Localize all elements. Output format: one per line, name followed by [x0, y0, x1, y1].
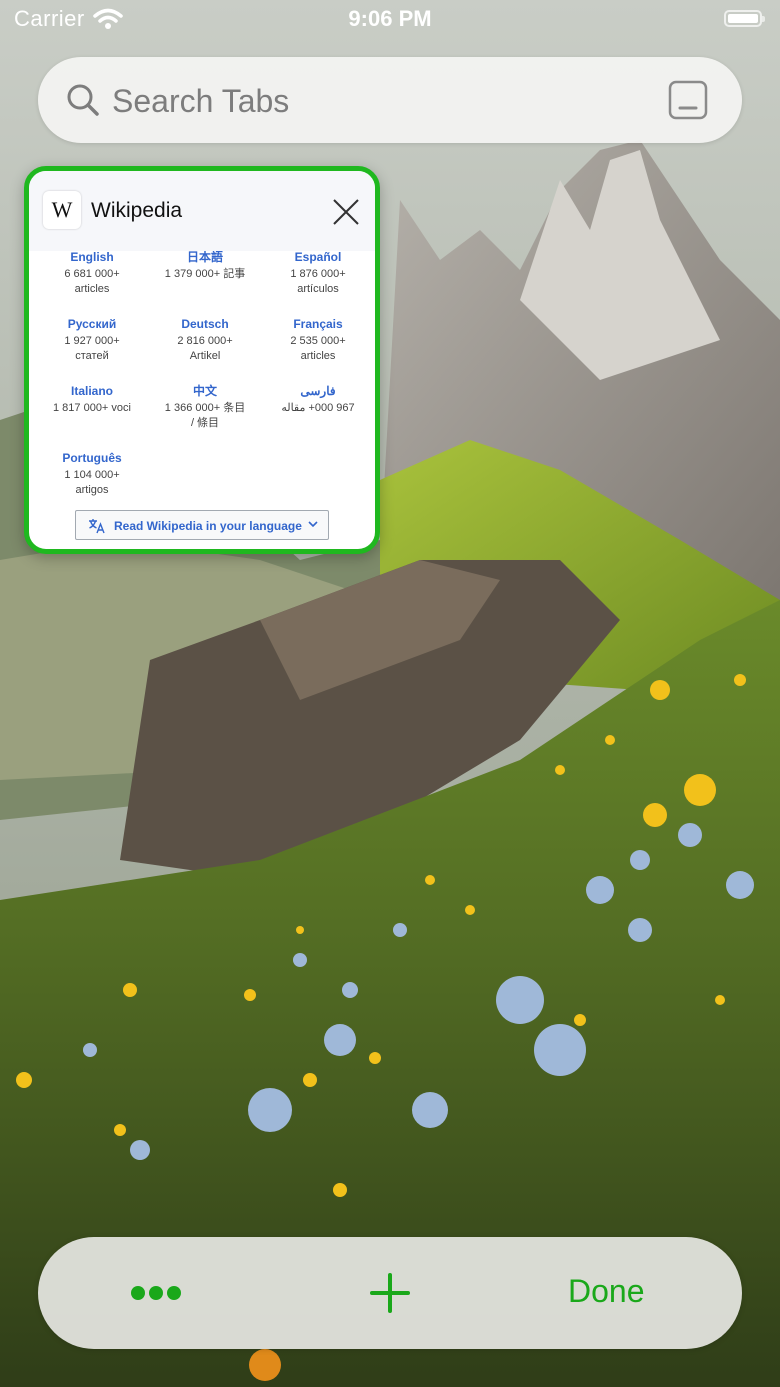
read-in-your-language-button[interactable]: Read Wikipedia in your language [75, 510, 329, 540]
article-count: 1 927 000+ [64, 335, 120, 347]
language-name: Español [294, 250, 342, 264]
tab-switcher-screen: Carrier 9:06 PM English 6 681 000+ artic… [0, 0, 780, 1387]
tab-card-wikipedia[interactable]: English 6 681 000+ articles 日本語 1 379 00… [24, 166, 380, 554]
article-count: 1 366 000+ 条目 [164, 402, 246, 414]
article-count: 1 817 000+ voci [53, 402, 131, 414]
language-link-russian[interactable]: Русский 1 927 000+ статей [35, 316, 149, 364]
language-link-german[interactable]: Deutsch 2 816 000+ Artikel [148, 316, 262, 364]
language-link-portuguese[interactable]: Português 1 104 000+ artigos [35, 450, 149, 498]
tab-title: Wikipedia [91, 199, 183, 222]
more-ellipsis-icon[interactable] [126, 1275, 186, 1311]
language-link-japanese[interactable]: 日本語 1 379 000+ 記事 [148, 249, 262, 282]
wikipedia-favicon-icon: W [43, 191, 81, 229]
language-name: 中文 [192, 384, 217, 398]
article-count: 1 104 000+ [64, 469, 120, 481]
article-unit: articles [300, 350, 336, 362]
article-unit: статей [75, 350, 109, 362]
language-name: Русский [67, 317, 117, 331]
language-link-spanish[interactable]: Español 1 876 000+ artículos [261, 249, 375, 297]
language-name: Deutsch [181, 317, 229, 331]
language-name: 日本語 [186, 250, 223, 264]
language-link-french[interactable]: Français 2 535 000+ articles [261, 316, 375, 364]
article-count: 1 876 000+ [290, 268, 346, 280]
language-button-label: Read Wikipedia in your language [114, 519, 302, 533]
article-unit: articles [74, 283, 110, 295]
article-count: 1 379 000+ 記事 [164, 268, 246, 280]
language-link-italian[interactable]: Italiano 1 817 000+ voci [35, 383, 149, 416]
search-icon [67, 84, 99, 116]
search-tabs-input[interactable] [110, 75, 654, 127]
status-bar: Carrier 9:06 PM [0, 0, 780, 40]
article-unit: / 條目 [190, 417, 220, 429]
language-name: Italiano [70, 384, 113, 398]
tab-card-header: W Wikipedia [29, 171, 375, 251]
language-link-english[interactable]: English 6 681 000+ articles [35, 249, 149, 297]
article-count: 2 535 000+ [290, 335, 346, 347]
language-name: Português [62, 451, 122, 465]
article-count: 6 681 000+ [64, 268, 120, 280]
article-unit: artículos [297, 283, 339, 295]
article-count: 2 816 000+ [177, 335, 233, 347]
clock-time: 9:06 PM [348, 6, 432, 31]
article-count: 967 000+ مقاله [281, 402, 355, 414]
language-name: فارسی [300, 384, 336, 398]
language-link-persian[interactable]: فارسی 967 000+ مقاله [261, 383, 375, 416]
tab-layout-icon[interactable] [668, 80, 708, 120]
article-unit: artigos [75, 484, 109, 496]
article-unit: Artikel [189, 350, 221, 362]
close-icon[interactable] [331, 197, 361, 227]
language-name: Français [293, 317, 343, 331]
language-link-chinese[interactable]: 中文 1 366 000+ 条目 / 條目 [148, 383, 262, 431]
tab-switcher-toolbar: Done [38, 1237, 742, 1349]
search-tabs-bar [38, 57, 742, 143]
language-name: English [70, 250, 114, 264]
new-tab-plus-icon[interactable] [368, 1271, 412, 1315]
done-button[interactable]: Done [568, 1273, 645, 1310]
translate-icon [89, 519, 105, 534]
battery-icon [724, 10, 765, 27]
chevron-down-icon [308, 521, 318, 528]
